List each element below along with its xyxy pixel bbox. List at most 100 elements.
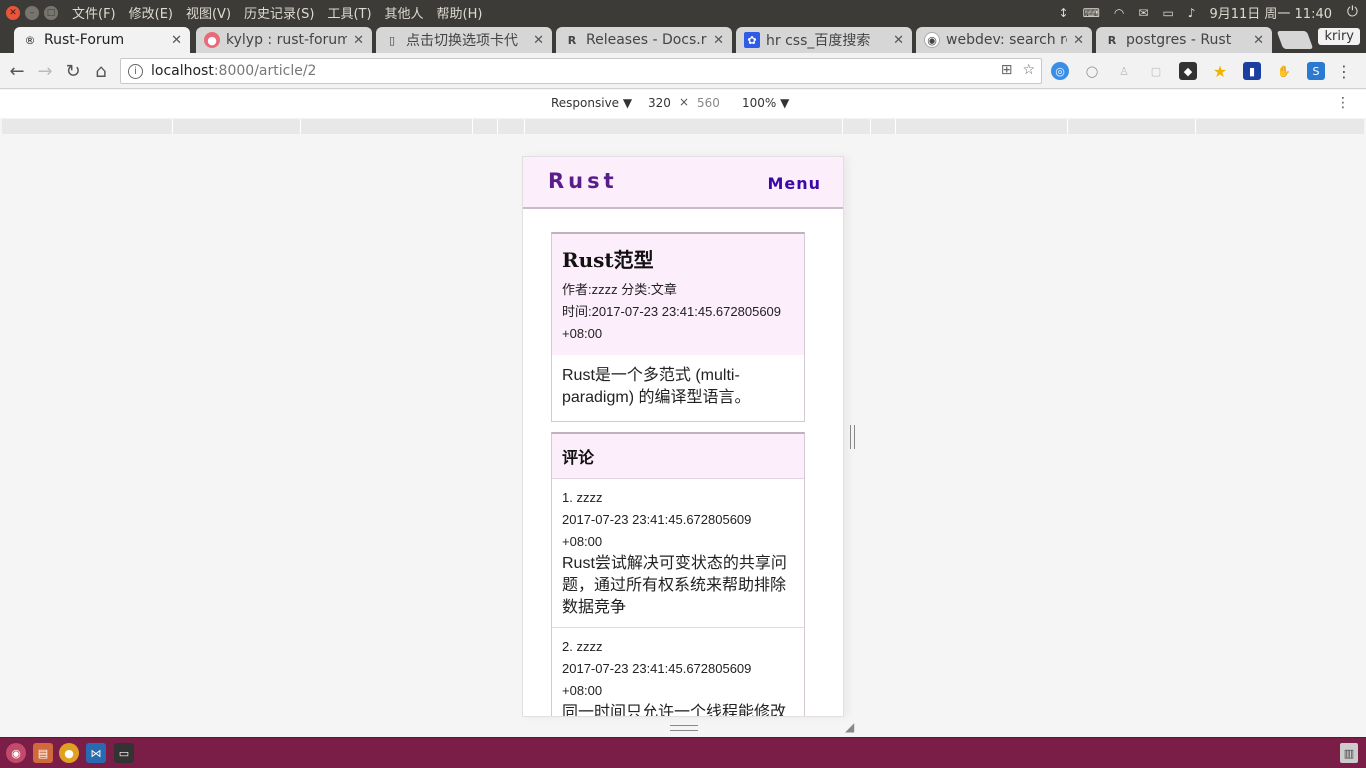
article-header: Rust范型 作者:zzzz 分类:文章 时间:2017-07-23 23:41… [552,234,804,355]
reddit-icon: ◉ [924,32,940,48]
menu-view[interactable]: 视图(V) [186,3,231,22]
terminal-icon[interactable]: ▭ [114,743,134,763]
dimension-separator: × [679,95,690,109]
reload-icon[interactable]: ↻ [62,60,84,82]
info-icon[interactable]: i [128,63,143,79]
tab-close-icon[interactable]: ✕ [1253,33,1264,48]
tab-postgres-rust[interactable]: R postgres - Rust ✕ [1096,27,1272,53]
trash-icon[interactable]: ▥ [1340,743,1358,763]
window-minimize-icon[interactable]: – [25,5,39,20]
network-transfer-icon[interactable]: ↕ [1059,6,1069,20]
tab-close-icon[interactable]: ✕ [353,33,364,48]
viewport-width-input[interactable]: 320 [648,96,671,110]
translate-icon[interactable]: ⊞ [1001,62,1013,78]
media-query-segment[interactable] [895,119,1067,134]
tab-webdev[interactable]: ◉ webdev: search re ✕ [916,27,1092,53]
new-tab-button[interactable] [1276,31,1314,49]
tab-close-icon[interactable]: ✕ [1073,33,1084,48]
site-brand[interactable]: Rust [548,169,618,193]
system-tray: ↕ ⌨ ◠ ✉ ▭ ♪ 9月11日 周一 11:40 ⏻ [1059,0,1366,25]
viewport-resize-corner-icon[interactable]: ◢ [845,720,859,734]
comment-time: 2017-07-23 23:41:45.672805609 +08:00 [562,661,752,698]
extension-box-icon[interactable]: ▢ [1147,62,1165,80]
viewport-resize-handle-bottom[interactable] [670,725,698,731]
media-query-segment[interactable] [300,119,472,134]
window-close-icon[interactable]: ✕ [6,5,20,20]
launcher-bar: ◉ ▤ ● ⋈ ▭ ▥ [0,737,1366,768]
extension-flag-icon[interactable]: ▮ [1243,62,1261,80]
viewport-resize-handle-right[interactable] [850,425,855,449]
chrome-icon[interactable]: ● [59,743,79,763]
media-query-segment[interactable] [870,119,895,134]
files-icon[interactable]: ▤ [33,743,53,763]
extension-s-icon[interactable]: S [1307,62,1325,80]
bookmark-star-icon[interactable]: ☆ [1022,62,1035,78]
comments-section: 评论 1. zzzz 2017-07-23 23:41:45.672805609… [551,432,805,716]
tab-close-icon[interactable]: ✕ [713,33,724,48]
clock[interactable]: 9月11日 周一 11:40 [1209,3,1332,22]
media-query-segment[interactable] [497,119,524,134]
tab-releases-docs[interactable]: R Releases - Docs.rs ✕ [556,27,732,53]
menu-people[interactable]: 其他人 [385,3,424,22]
media-query-segment[interactable] [1067,119,1195,134]
media-query-segment[interactable] [472,119,497,134]
screen: ✕ – □ 文件(F) 修改(E) 视图(V) 历史记录(S) 工具(T) 其他… [0,0,1366,768]
extension-shield-icon[interactable]: ◆ [1179,62,1197,80]
menu-tools[interactable]: 工具(T) [327,3,371,22]
media-query-bar[interactable] [2,119,1364,134]
extension-person-icon[interactable]: ♙ [1115,62,1133,80]
extension-gnome-icon[interactable]: ✋ [1275,62,1293,80]
article-card: Rust范型 作者:zzzz 分类:文章 时间:2017-07-23 23:41… [551,232,805,422]
mail-icon[interactable]: ✉ [1138,6,1148,20]
menu-help[interactable]: 帮助(H) [437,3,483,22]
article-title: Rust范型 [562,248,654,272]
extension-circle-icon[interactable]: ◯ [1083,62,1101,80]
tab-kylyp[interactable]: ● kylyp : rust-forum ✕ [196,27,372,53]
tab-close-icon[interactable]: ✕ [533,33,544,48]
menu-button[interactable]: Menu [767,174,821,193]
menu-file[interactable]: 文件(F) [72,3,116,22]
zoom-select[interactable]: 100% ▼ [742,96,789,110]
home-icon[interactable]: ⌂ [90,60,112,82]
media-query-segment[interactable] [524,119,842,134]
tab-close-icon[interactable]: ✕ [171,33,182,48]
rust-logo-icon: R [1107,33,1117,47]
forward-arrow-icon[interactable]: → [34,60,56,82]
volume-icon[interactable]: ♪ [1188,6,1196,20]
browser-menu-icon[interactable]: ⋮ [1336,62,1352,81]
wifi-icon[interactable]: ◠ [1114,6,1124,20]
device-stage: Rust Menu Rust范型 作者:zzzz 分类:文章 时间:2017-0… [0,135,1366,736]
comment-text: Rust尝试解决可变状态的共享问题，通过所有权系统来帮助排除数据竞争 [562,555,787,616]
menu-edit[interactable]: 修改(E) [129,3,173,22]
media-query-segment[interactable] [842,119,870,134]
extension-chrome-icon[interactable]: ◎ [1051,62,1069,80]
media-query-segment[interactable] [172,119,300,134]
power-icon[interactable]: ⏻ [1347,4,1358,20]
vscode-icon[interactable]: ⋈ [86,743,106,763]
tab-click-switch[interactable]: ▯ 点击切换选项卡代 ✕ [376,27,552,53]
battery-icon[interactable]: ▭ [1162,6,1173,20]
comment-item: 2. zzzz 2017-07-23 23:41:45.672805609 +0… [552,628,804,716]
menu-history[interactable]: 历史记录(S) [244,3,314,22]
tab-rust-forum[interactable]: ® Rust-Forum ✕ [14,27,190,53]
url-host: localhost [151,63,214,79]
device-toolbar-menu-icon[interactable]: ⋮ [1336,95,1350,111]
comments-title: 评论 [552,434,804,479]
rust-logo-icon: ® [24,33,36,47]
viewport-height-input[interactable]: 560 [697,96,720,110]
media-query-segment[interactable] [1195,119,1364,134]
tab-close-icon[interactable]: ✕ [893,33,904,48]
profile-button[interactable]: kriry [1318,28,1360,45]
device-viewport[interactable]: Rust Menu Rust范型 作者:zzzz 分类:文章 时间:2017-0… [522,156,844,717]
comment-time: 2017-07-23 23:41:45.672805609 +08:00 [562,512,752,549]
device-mode-select[interactable]: Responsive ▼ [551,96,632,110]
back-arrow-icon[interactable]: ← [6,60,28,82]
tab-strip: ® Rust-Forum ✕ ● kylyp : rust-forum ✕ ▯ … [0,25,1366,53]
tab-baidu-search[interactable]: ✿ hr css_百度搜索 ✕ [736,27,912,53]
extension-star-icon[interactable]: ★ [1211,62,1229,81]
address-bar[interactable]: i localhost:8000/article/2 ⊞ ☆ [120,58,1042,84]
keyboard-icon[interactable]: ⌨ [1083,6,1100,20]
ubuntu-dash-icon[interactable]: ◉ [6,743,26,763]
window-maximize-icon[interactable]: □ [44,5,58,20]
app-menu: 文件(F) 修改(E) 视图(V) 历史记录(S) 工具(T) 其他人 帮助(H… [72,3,495,22]
